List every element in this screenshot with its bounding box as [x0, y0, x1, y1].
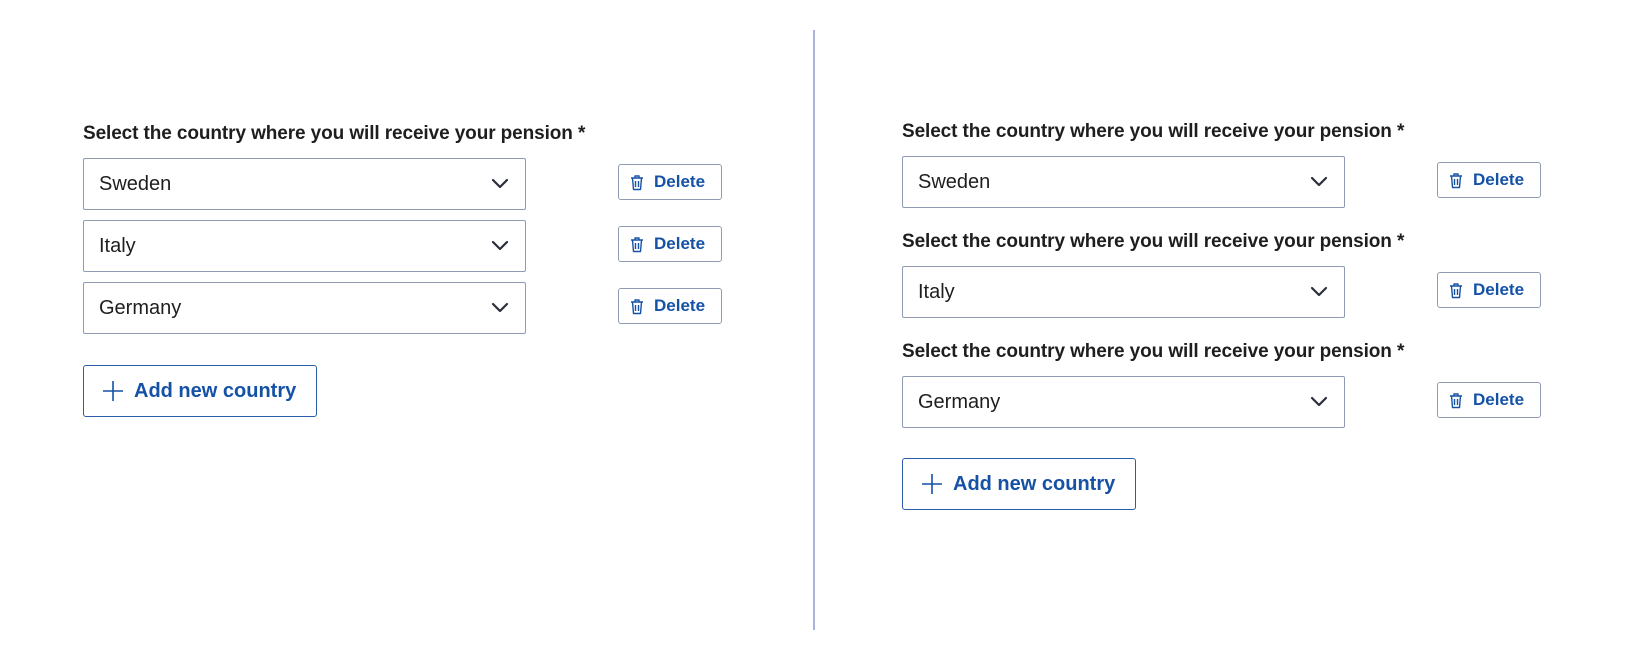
country-select-value: Sweden [99, 172, 172, 195]
country-row: Germany Delete [902, 376, 1542, 428]
vertical-divider [813, 30, 815, 630]
delete-country-button[interactable]: Delete [618, 226, 722, 262]
country-select[interactable]: Germany [902, 376, 1345, 428]
country-select-value: Italy [918, 280, 955, 303]
delete-label: Delete [654, 296, 706, 315]
delete-label: Delete [1473, 170, 1525, 189]
delete-country-button[interactable]: Delete [1437, 162, 1541, 198]
delete-country-button[interactable]: Delete [1437, 272, 1541, 308]
trash-icon [631, 236, 643, 252]
country-field-label: Select the country where you will receiv… [83, 123, 586, 144]
delete-country-button[interactable]: Delete [618, 288, 722, 324]
trash-icon [631, 174, 643, 190]
country-field-label: Select the country where you will receiv… [902, 341, 1405, 362]
country-field-label: Select the country where you will receiv… [902, 231, 1405, 252]
add-new-country-button[interactable]: Add new country [902, 458, 1137, 510]
country-select[interactable]: Germany [83, 282, 526, 334]
country-row: Sweden Delete [902, 156, 1542, 208]
add-new-country-button[interactable]: Add new country [83, 365, 318, 417]
country-select-value: Sweden [918, 170, 991, 193]
country-row: Italy Delete [83, 220, 723, 272]
country-select-value: Italy [99, 234, 136, 257]
left-variant-form: Select the country where you will receiv… [83, 120, 723, 417]
chevron-down-icon [491, 178, 509, 189]
country-field-group: Select the country where you will receiv… [902, 228, 1542, 318]
trash-icon [631, 298, 643, 314]
trash-icon [1450, 172, 1462, 188]
country-row: Germany Delete [83, 282, 723, 334]
country-select[interactable]: Italy [902, 266, 1345, 318]
country-field-label: Select the country where you will receiv… [902, 121, 1405, 142]
chevron-down-icon [1310, 396, 1328, 407]
delete-label: Delete [1473, 390, 1525, 409]
country-field-group: Select the country where you will receiv… [902, 118, 1542, 208]
country-row: Italy Delete [902, 266, 1542, 318]
add-new-country-label: Add new country [953, 472, 1116, 495]
plus-icon [922, 474, 942, 494]
trash-icon [1450, 392, 1462, 408]
chevron-down-icon [1310, 286, 1328, 297]
country-select[interactable]: Sweden [83, 158, 526, 210]
country-select-value: Germany [918, 390, 1001, 413]
add-new-country-label: Add new country [134, 379, 297, 402]
delete-label: Delete [654, 234, 706, 253]
country-select-value: Germany [99, 296, 182, 319]
country-row: Sweden Delete [83, 158, 723, 210]
plus-icon [103, 381, 123, 401]
delete-label: Delete [654, 172, 706, 191]
delete-country-button[interactable]: Delete [1437, 382, 1541, 418]
chevron-down-icon [491, 240, 509, 251]
delete-label: Delete [1473, 280, 1525, 299]
country-field-group: Select the country where you will receiv… [902, 338, 1542, 428]
country-select[interactable]: Italy [83, 220, 526, 272]
country-select[interactable]: Sweden [902, 156, 1345, 208]
trash-icon [1450, 282, 1462, 298]
chevron-down-icon [1310, 176, 1328, 187]
delete-country-button[interactable]: Delete [618, 164, 722, 200]
right-variant-form: Select the country where you will receiv… [902, 118, 1542, 510]
chevron-down-icon [491, 302, 509, 313]
